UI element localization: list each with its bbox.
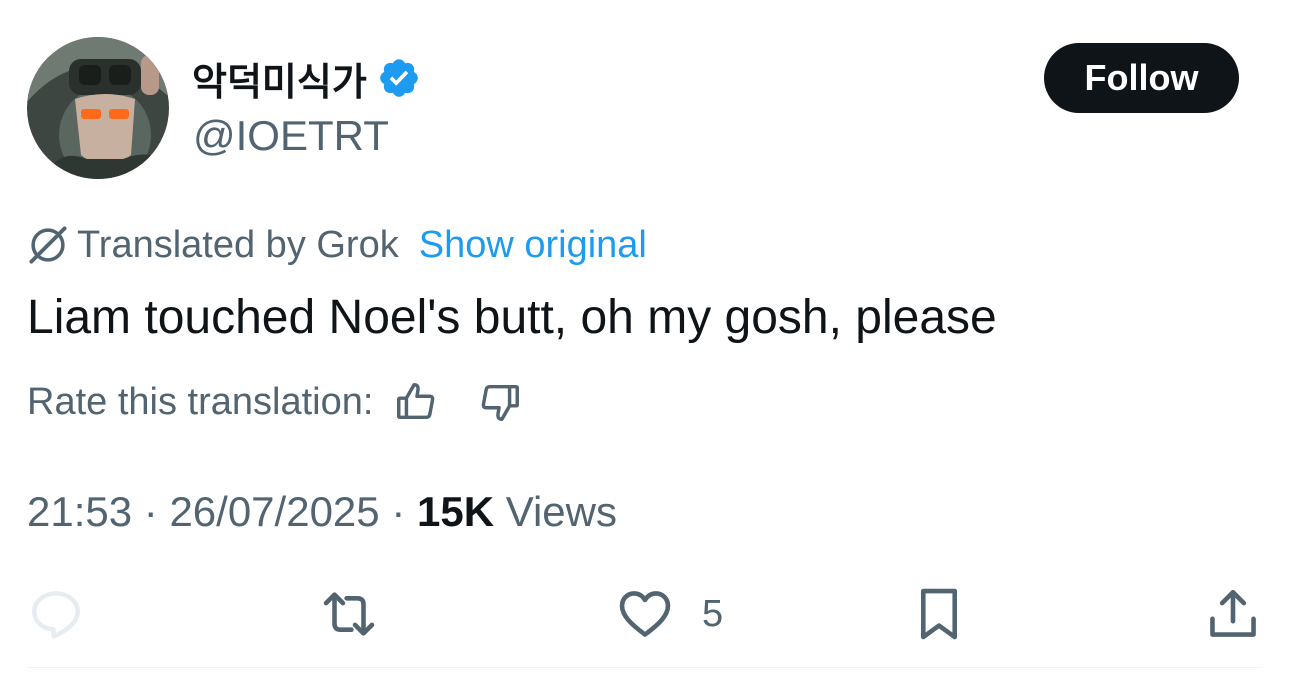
tweet-text: Liam touched Noel's butt, oh my gosh, pl…	[27, 291, 997, 344]
retweet-button[interactable]	[320, 584, 378, 644]
like-button[interactable]: 5	[616, 584, 723, 644]
rate-translation-row: Rate this translation:	[27, 375, 523, 429]
grok-icon	[29, 226, 67, 264]
thumbs-down-icon[interactable]	[477, 379, 523, 425]
translation-bar: Translated by Grok Show original	[27, 220, 647, 270]
tweet-meta: 21:53 · 26/07/2025 · 15K Views	[27, 484, 617, 540]
share-button[interactable]	[1204, 584, 1262, 644]
bookmark-icon	[920, 588, 958, 640]
meta-separator: ·	[379, 488, 417, 535]
avatar-image	[27, 37, 169, 179]
translated-by-label: Translated by Grok	[77, 223, 399, 266]
show-original-link[interactable]: Show original	[419, 224, 647, 267]
divider	[27, 667, 1263, 668]
retweet-icon	[323, 592, 375, 636]
author-name-text[interactable]: 악덕미식가	[192, 51, 367, 106]
rate-translation-label: Rate this translation:	[27, 380, 374, 423]
thumbs-up-icon[interactable]	[393, 379, 439, 425]
reply-icon	[32, 591, 80, 639]
views-count[interactable]: 15K	[417, 488, 494, 536]
tweet-time[interactable]: 21:53	[27, 488, 132, 536]
share-icon	[1210, 589, 1256, 637]
reply-button[interactable]	[27, 584, 85, 644]
meta-separator: ·	[132, 488, 170, 535]
avatar[interactable]	[27, 37, 169, 179]
author-display-name[interactable]: 악덕미식가	[192, 48, 421, 108]
like-count: 5	[702, 592, 724, 635]
tweet-date[interactable]: 26/07/2025	[169, 488, 379, 536]
views-label[interactable]: Views	[494, 488, 617, 536]
heart-icon	[619, 591, 671, 637]
follow-button[interactable]: Follow	[1044, 43, 1239, 113]
verified-badge-icon[interactable]	[377, 56, 421, 100]
bookmark-button[interactable]	[910, 584, 968, 644]
author-handle[interactable]: @IOETRT	[193, 112, 389, 160]
